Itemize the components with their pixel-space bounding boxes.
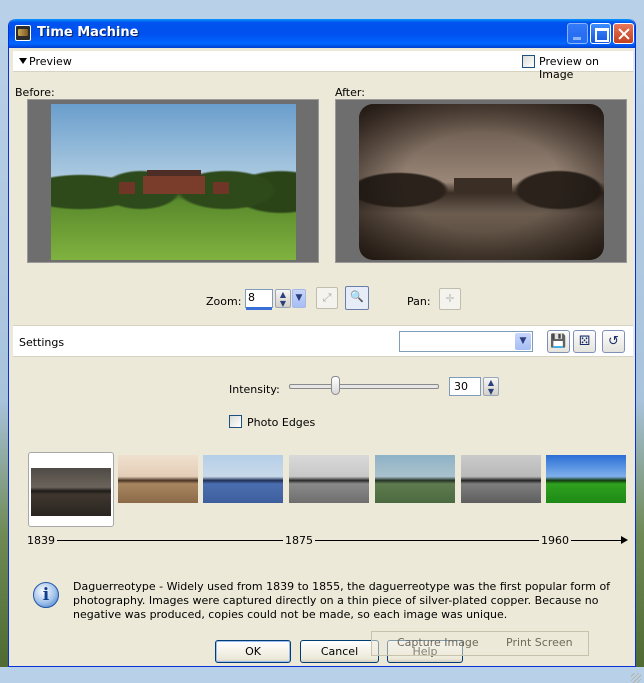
after-label: After: xyxy=(335,86,365,99)
intensity-slider-thumb[interactable] xyxy=(331,376,340,395)
magnifier-icon[interactable]: 🔍 xyxy=(345,286,369,310)
resize-grip[interactable] xyxy=(631,673,641,683)
capture-image-button[interactable]: Capture Image xyxy=(397,636,479,649)
style-thumbnail-albumen[interactable] xyxy=(118,455,198,503)
minimize-button[interactable] xyxy=(567,23,588,44)
settings-bar: Settings ▼ 💾 ⚄ ↺ xyxy=(13,325,633,357)
chevron-down-icon[interactable]: ▼ xyxy=(515,333,531,350)
before-label: Before: xyxy=(15,86,55,99)
ok-button[interactable]: OK xyxy=(215,640,291,663)
before-image xyxy=(51,104,296,260)
style-thumbnail-cyanotype[interactable] xyxy=(203,455,283,503)
randomize-icon[interactable]: ⚄ xyxy=(573,330,596,353)
preview-on-image-checkbox[interactable] xyxy=(522,55,535,68)
after-image xyxy=(359,104,604,260)
preview-section-header[interactable]: Preview Preview on Image xyxy=(13,51,633,81)
intensity-input[interactable]: 30 xyxy=(449,377,481,396)
pan-label: Pan: xyxy=(407,295,431,308)
timeline-start-label: 1839 xyxy=(27,534,55,547)
timeline-line xyxy=(315,540,539,541)
intensity-slider-track[interactable] xyxy=(289,384,439,389)
save-preset-icon[interactable]: 💾 xyxy=(547,330,570,353)
house xyxy=(143,170,205,194)
intensity-label: Intensity: xyxy=(229,383,280,396)
preview-on-image-label[interactable]: Preview on Image xyxy=(539,55,633,81)
info-icon: i xyxy=(33,582,59,608)
print-screen-button[interactable]: Print Screen xyxy=(506,636,573,649)
photo-edges-label[interactable]: Photo Edges xyxy=(247,416,315,429)
timeline-middle-label: 1875 xyxy=(285,534,313,547)
window-title: Time Machine xyxy=(37,25,139,40)
settings-label: Settings xyxy=(19,336,65,349)
after-preview-pane[interactable] xyxy=(335,99,627,263)
collapse-triangle-icon[interactable] xyxy=(19,58,27,64)
intensity-value: 30 xyxy=(454,380,468,393)
timeline-arrow-icon xyxy=(621,536,628,544)
preview-label: Preview xyxy=(29,55,72,68)
app-icon xyxy=(15,25,31,41)
reset-icon[interactable]: ↺ xyxy=(602,330,625,353)
house-wing-right xyxy=(213,182,229,194)
before-preview-pane[interactable] xyxy=(27,99,319,263)
title-bar[interactable]: Time Machine xyxy=(9,19,635,48)
zoom-value: 8 xyxy=(248,291,255,304)
house-wing-left xyxy=(119,182,135,194)
timeline-line xyxy=(571,540,621,541)
style-thumbnail-cross-process[interactable] xyxy=(546,455,626,503)
zoom-dropdown-arrow[interactable]: ▼ xyxy=(292,289,306,308)
style-thumbnail-autochrome[interactable] xyxy=(375,455,455,503)
timeline-line xyxy=(57,540,283,541)
pan-icon[interactable]: ✛ xyxy=(439,288,461,310)
preset-dropdown[interactable]: ▼ xyxy=(399,331,533,352)
maximize-button[interactable] xyxy=(590,23,611,44)
cancel-button[interactable]: Cancel xyxy=(300,640,379,663)
time-machine-dialog: Time Machine Preview Preview on Image Be… xyxy=(8,19,641,683)
fit-to-window-icon[interactable]: ⤢ xyxy=(316,287,338,309)
style-thumbnail-platinum[interactable] xyxy=(289,455,369,503)
intensity-spinner[interactable]: ▲ ▼ xyxy=(483,377,499,396)
style-description: Daguerreotype - Widely used from 1839 to… xyxy=(73,580,611,621)
zoom-spinner[interactable]: ▲ ▼ xyxy=(275,289,291,308)
zoom-input[interactable]: 8 xyxy=(245,289,273,310)
zoom-label: Zoom: xyxy=(206,295,242,308)
house xyxy=(454,178,512,193)
zoom-indicator-bar xyxy=(246,307,272,310)
photo-edges-checkbox[interactable] xyxy=(229,415,242,428)
style-thumbnail-box-camera[interactable] xyxy=(461,455,541,503)
timeline-end-label: 1960 xyxy=(541,534,569,547)
style-thumbnail-daguerreotype[interactable] xyxy=(31,468,111,516)
close-button[interactable] xyxy=(613,23,634,44)
